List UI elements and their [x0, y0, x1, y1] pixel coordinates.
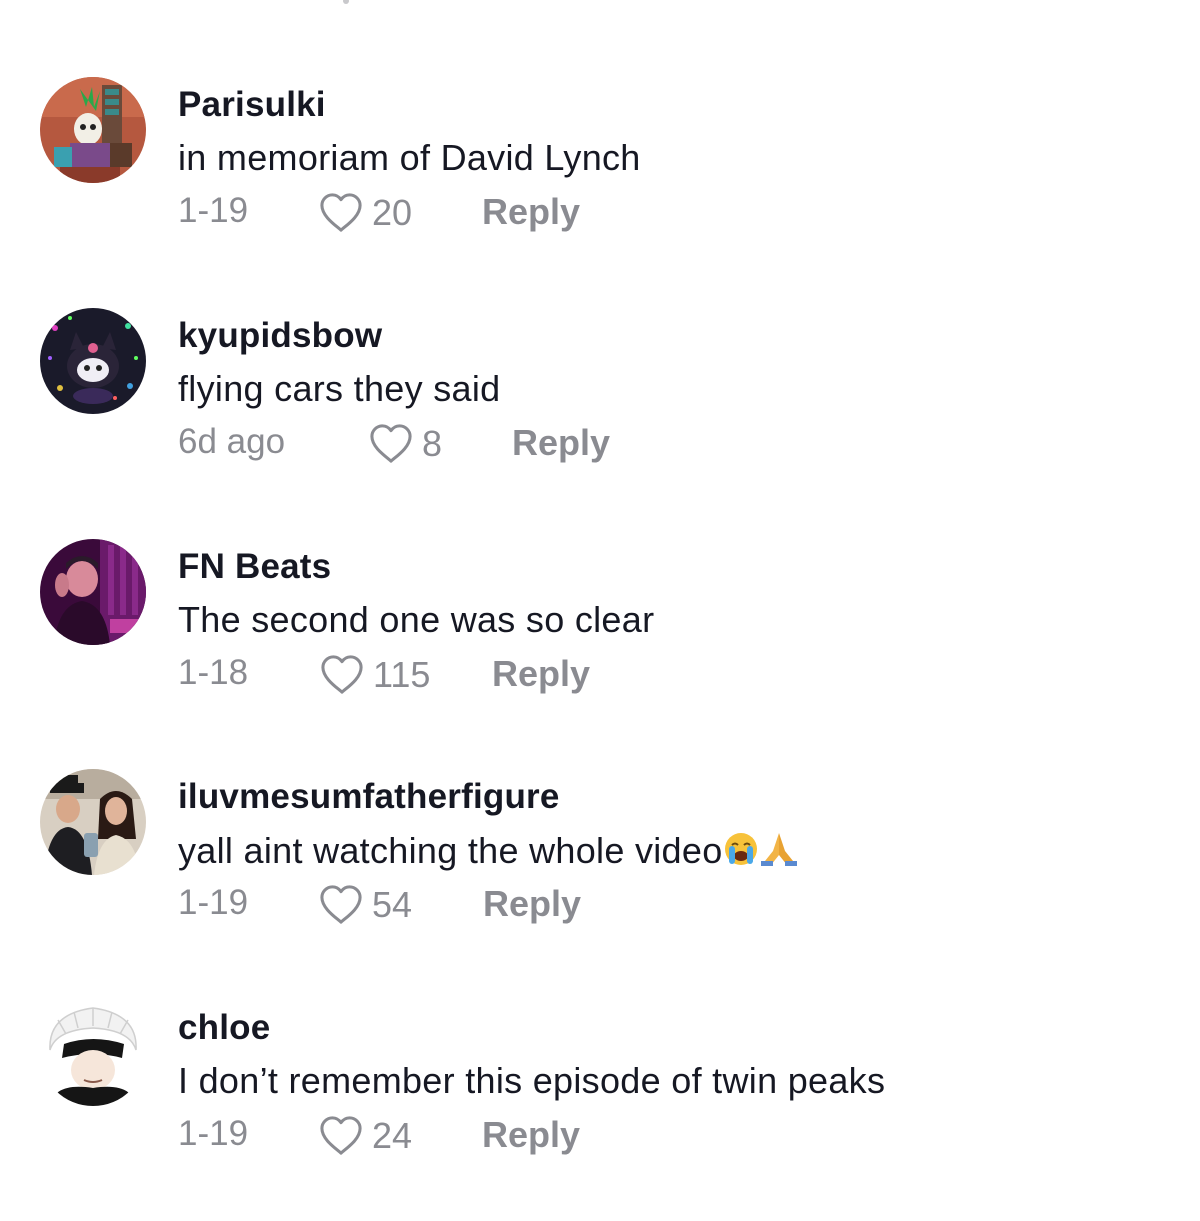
comment-meta: 1-19 24 Reply — [178, 1112, 978, 1162]
comment-username[interactable]: chloe — [178, 1008, 270, 1048]
heart-icon — [321, 655, 363, 694]
reply-button[interactable]: Reply — [482, 191, 580, 233]
comment-meta: 1-18 115 Reply — [178, 651, 978, 701]
like-button[interactable]: 54 — [318, 881, 412, 929]
comment-meta: 1-19 20 Reply — [178, 189, 978, 239]
like-count: 24 — [372, 1115, 413, 1156]
comment-item: chloe I don’t remember this episode of t… — [0, 1000, 1200, 1200]
like-count: 8 — [422, 423, 443, 464]
robot-character-avatar[interactable] — [40, 77, 146, 183]
kuromi-plush-lights-avatar[interactable] — [40, 308, 146, 414]
loudly-crying-face-emoji — [723, 831, 759, 876]
heart-icon — [370, 424, 412, 463]
scroll-fragment — [343, 0, 349, 4]
comment-date: 1-19 — [178, 191, 249, 230]
comment-text: yall aint watching the whole video — [178, 829, 799, 876]
comment-date: 6d ago — [178, 422, 286, 461]
couple-selfie-avatar[interactable] — [40, 769, 146, 875]
like-button[interactable]: 24 — [318, 1112, 412, 1160]
anime-blindfold-character-avatar[interactable] — [40, 1000, 146, 1106]
comment-text: in memoriam of David Lynch — [178, 137, 641, 178]
reply-button[interactable]: Reply — [482, 1114, 580, 1156]
heart-icon — [320, 1116, 362, 1155]
comment-item: FN Beats The second one was so clear 1-1… — [0, 539, 1200, 739]
comment-text: flying cars they said — [178, 368, 501, 409]
comment-item: kyupidsbow flying cars they said 6d ago … — [0, 308, 1200, 508]
comment-text: The second one was so clear — [178, 599, 655, 640]
reply-button[interactable]: Reply — [483, 883, 581, 925]
comment-date: 1-19 — [178, 1114, 249, 1153]
comment-text-body: yall aint watching the whole video — [178, 830, 723, 871]
comment-item: Parisulki in memoriam of David Lynch 1-1… — [0, 77, 1200, 277]
comment-text: I don’t remember this episode of twin pe… — [178, 1060, 886, 1101]
reply-button[interactable]: Reply — [492, 653, 590, 695]
comment-username[interactable]: Parisulki — [178, 85, 326, 125]
heart-icon — [320, 193, 362, 232]
like-button[interactable]: 8 — [368, 420, 442, 468]
heart-icon — [320, 885, 362, 924]
comment-username[interactable]: kyupidsbow — [178, 316, 382, 356]
like-count: 20 — [372, 192, 413, 233]
comment-date: 1-19 — [178, 883, 249, 922]
folded-hands-emoji — [759, 829, 799, 876]
like-count: 54 — [372, 884, 413, 925]
comment-date: 1-18 — [178, 653, 249, 692]
person-purple-light-avatar[interactable] — [40, 539, 146, 645]
like-count: 115 — [373, 654, 431, 695]
like-button[interactable]: 20 — [318, 189, 412, 237]
reply-button[interactable]: Reply — [512, 422, 610, 464]
comment-meta: 6d ago 8 Reply — [178, 420, 978, 470]
comment-username[interactable]: iluvmesumfatherfigure — [178, 777, 560, 817]
comment-meta: 1-19 54 Reply — [178, 881, 978, 931]
comment-username[interactable]: FN Beats — [178, 547, 331, 587]
comment-item: iluvmesumfatherfigure yall aint watching… — [0, 769, 1200, 969]
like-button[interactable]: 115 — [319, 651, 430, 699]
